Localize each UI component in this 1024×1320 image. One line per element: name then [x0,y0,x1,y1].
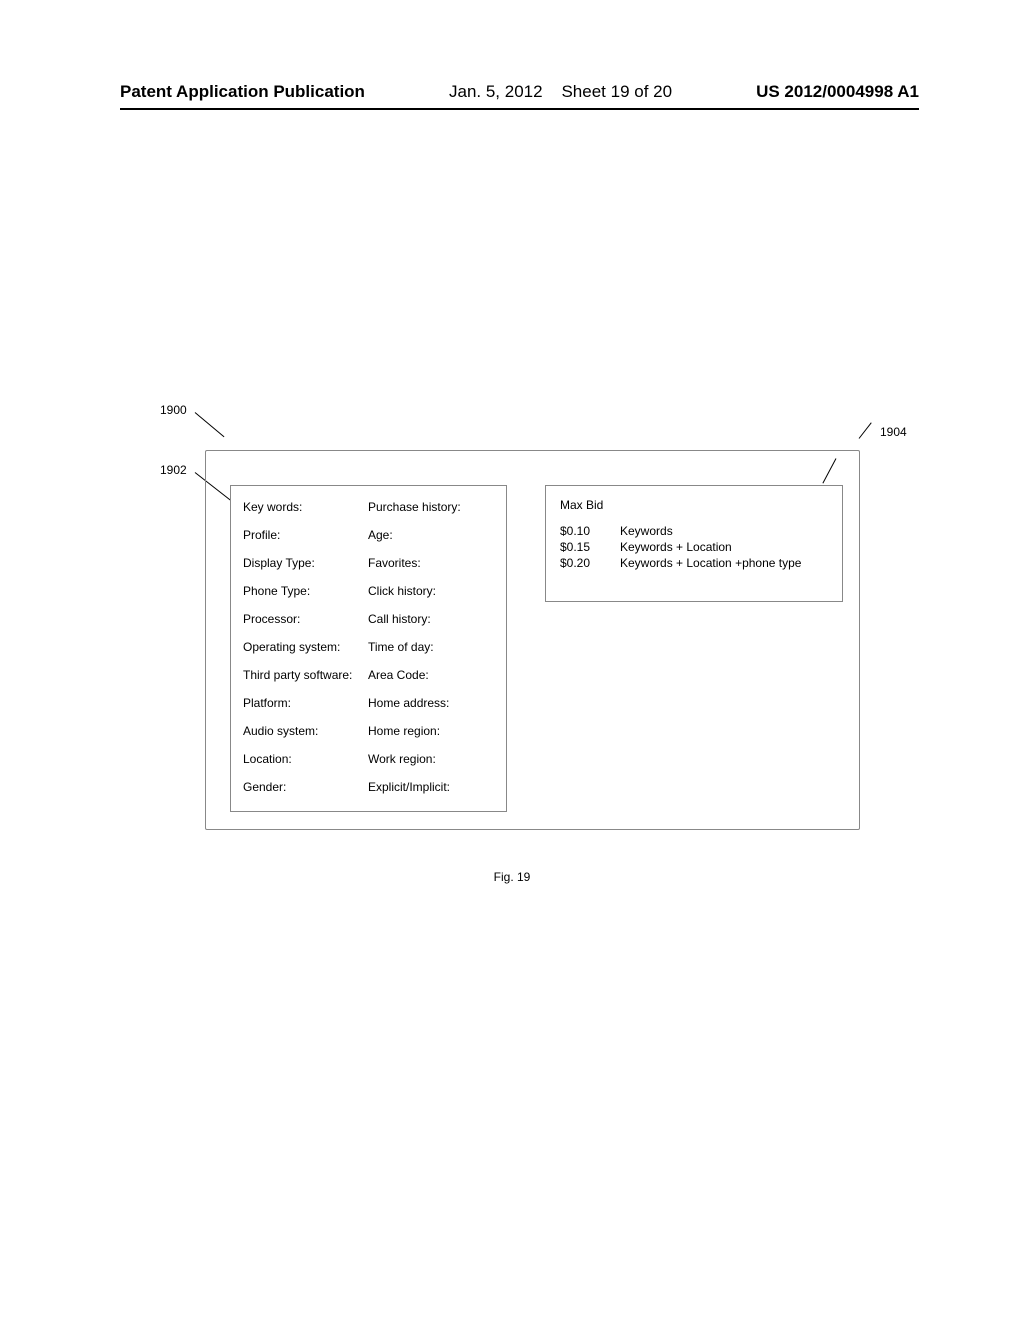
field-label: Call history: [368,612,494,626]
field-label: Audio system: [243,724,368,738]
bid-desc: Keywords + Location [620,540,832,554]
field-label: Age: [368,528,494,542]
field-label: Processor: [243,612,368,626]
bid-amount: $0.10 [560,524,620,538]
field-grid: Key words: Purchase history: Profile: Ag… [243,500,494,794]
field-label: Click history: [368,584,494,598]
publication-date: Jan. 5, 2012 [449,82,543,101]
field-label: Phone Type: [243,584,368,598]
field-label: Location: [243,752,368,766]
bid-rows: $0.10 Keywords $0.15 Keywords + Location… [560,524,832,570]
field-label: Display Type: [243,556,368,570]
document-number: US 2012/0004998 A1 [756,82,919,102]
header-rule [120,108,919,110]
field-label: Key words: [243,500,368,514]
callout-1902: 1902 [160,463,187,477]
header-center: Jan. 5, 2012 Sheet 19 of 20 [449,82,672,102]
right-panel-1904: Max Bid $0.10 Keywords $0.15 Keywords + … [545,485,843,602]
field-label: Area Code: [368,668,494,682]
field-label: Profile: [243,528,368,542]
field-label: Explicit/Implicit: [368,780,494,794]
field-label: Work region: [368,752,494,766]
callout-1900: 1900 [160,403,187,417]
field-label: Home address: [368,696,494,710]
bid-desc: Keywords [620,524,832,538]
bid-desc: Keywords + Location +phone type [620,556,832,570]
callout-1904: 1904 [880,425,907,439]
field-label: Time of day: [368,640,494,654]
figure-caption: Fig. 19 [0,870,1024,884]
left-panel-1902: Key words: Purchase history: Profile: Ag… [230,485,507,812]
max-bid-title: Max Bid [560,498,603,512]
field-label: Favorites: [368,556,494,570]
field-label: Home region: [368,724,494,738]
field-label: Third party software: [243,668,368,682]
field-label: Gender: [243,780,368,794]
field-label: Purchase history: [368,500,494,514]
publication-label: Patent Application Publication [120,82,365,102]
bid-amount: $0.20 [560,556,620,570]
sheet-number: Sheet 19 of 20 [561,82,672,101]
callout-line-1904a [859,422,872,438]
field-label: Operating system: [243,640,368,654]
field-label: Platform: [243,696,368,710]
figure-area: Key words: Purchase history: Profile: Ag… [205,430,860,830]
bid-amount: $0.15 [560,540,620,554]
